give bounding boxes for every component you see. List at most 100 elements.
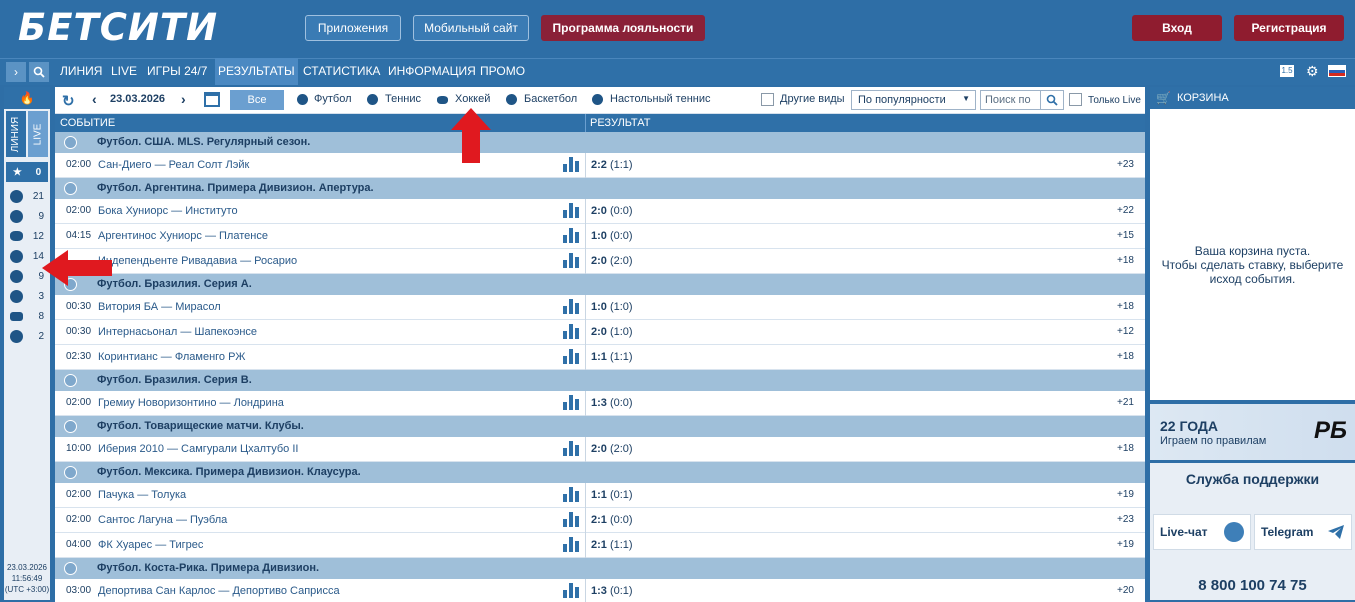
calendar-icon[interactable] [204, 92, 220, 107]
match-teams[interactable]: Гремиу Новоризонтино — Лондрина [98, 397, 284, 409]
match-row[interactable]: 02:00 Гремиу Новоризонтино — Лондрина 1:3 … [55, 391, 1145, 416]
filter-tennis[interactable]: Теннис [385, 93, 421, 105]
match-teams[interactable]: Коринтианс — Фламенго РЖ [98, 351, 245, 363]
more-markets-count[interactable]: +21 [1117, 397, 1134, 408]
nav-line[interactable]: ЛИНИЯ [57, 58, 105, 85]
more-markets-count[interactable]: +12 [1117, 326, 1134, 337]
register-button[interactable]: Регистрация [1234, 15, 1344, 41]
live-only-checkbox[interactable] [1069, 93, 1082, 106]
match-row[interactable]: 03:00 Депортива Сан Карлос — Депортиво Са… [55, 579, 1145, 602]
match-row[interactable]: 00:30 Интернасьонал — Шапекоэнсе 2:0 (1:0)… [55, 320, 1145, 345]
sidebar-sport-hockey[interactable]: 12 [6, 226, 48, 246]
more-markets-count[interactable]: +23 [1117, 159, 1134, 170]
match-teams[interactable]: Аргентинос Хуниорс — Платенсе [98, 230, 268, 242]
match-row[interactable]: 02:30 Коринтианс — Фламенго РЖ 1:1 (1:1) +1… [55, 345, 1145, 370]
other-sports-checkbox[interactable] [761, 93, 774, 106]
sidebar-sport-other[interactable]: 2 [6, 326, 48, 346]
match-row[interactable]: 02:00 Сан-Диего — Реал Солт Лэйк 2:2 (1:1)… [55, 153, 1145, 178]
flame-icon[interactable]: 🔥 [4, 87, 50, 109]
filter-football[interactable]: Футбол [314, 93, 352, 105]
statistics-bar-chart-icon[interactable] [563, 395, 580, 410]
filter-hockey[interactable]: Хоккей [455, 93, 490, 105]
match-teams[interactable]: Индепендьенте Ривадавиа — Росарио [98, 255, 297, 267]
russian-flag-icon[interactable] [1328, 65, 1346, 77]
match-teams[interactable]: Интернасьонал — Шапекоэнсе [98, 326, 257, 338]
favorites-item[interactable]: ★ 0 [6, 162, 48, 182]
statistics-bar-chart-icon[interactable] [563, 583, 580, 598]
telegram-button[interactable]: Telegram [1254, 514, 1352, 550]
nav-info[interactable]: ИНФОРМАЦИЯ [385, 58, 479, 85]
statistics-bar-chart-icon[interactable] [563, 441, 580, 456]
league-header[interactable]: Футбол. Бразилия. Серия А. [55, 274, 1145, 295]
match-row[interactable]: 02:00 Бока Хуниорс — Институто 2:0 (0:0) +2… [55, 199, 1145, 224]
match-row[interactable]: Индепендьенте Ривадавиа — Росарио 2:0 (2:… [55, 249, 1145, 274]
statistics-bar-chart-icon[interactable] [563, 324, 580, 339]
match-teams[interactable]: Сантос Лагуна — Пуэбла [98, 514, 227, 526]
sort-select[interactable]: По популярности ▼ [851, 90, 976, 110]
league-header[interactable]: Футбол. Товарищеские матчи. Клубы. [55, 416, 1145, 437]
sidebar-sport-soccer[interactable]: 21 [6, 186, 48, 206]
league-header[interactable]: Футбол. США. MLS. Регулярный сезон. [55, 132, 1145, 153]
nav-games[interactable]: ИГРЫ 24/7 [144, 58, 210, 85]
apps-button[interactable]: Приложения [305, 15, 401, 41]
prev-date-chevron-icon[interactable]: ‹ [92, 91, 97, 107]
match-row[interactable]: 02:00 Пачука — Толука 1:1 (0:1) +19 [55, 483, 1145, 508]
more-markets-count[interactable]: +18 [1117, 255, 1134, 266]
filter-basketball[interactable]: Баскетбол [524, 93, 577, 105]
more-markets-count[interactable]: +22 [1117, 205, 1134, 216]
match-teams[interactable]: Пачука — Толука [98, 489, 186, 501]
tab-live[interactable]: LIVE [28, 111, 48, 157]
statistics-bar-chart-icon[interactable] [563, 487, 580, 502]
match-teams[interactable]: Бока Хуниорс — Институто [98, 205, 238, 217]
match-row[interactable]: 04:00 ФК Хуарес — Тигрес 2:1 (1:1) +19 [55, 533, 1145, 558]
more-markets-count[interactable]: +19 [1117, 489, 1134, 500]
league-header[interactable]: Футбол. Бразилия. Серия В. [55, 370, 1145, 391]
match-row[interactable]: 02:00 Сантос Лагуна — Пуэбла 2:1 (0:0) +23 [55, 508, 1145, 533]
match-teams[interactable]: ФК Хуарес — Тигрес [98, 539, 203, 551]
more-markets-count[interactable]: +15 [1117, 230, 1134, 241]
statistics-bar-chart-icon[interactable] [563, 299, 580, 314]
live-chat-button[interactable]: Live-чат [1153, 514, 1251, 550]
league-header[interactable]: Футбол. Аргентина. Примера Дивизион. Апе… [55, 178, 1145, 199]
match-row[interactable]: 00:30 Витория БА — Мирасол 1:0 (1:0) +18 [55, 295, 1145, 320]
nav-promo[interactable]: ПРОМО [477, 58, 528, 85]
sidebar-sport-volleyball[interactable]: 3 [6, 286, 48, 306]
nav-live[interactable]: LIVE [108, 58, 140, 85]
more-markets-count[interactable]: +19 [1117, 539, 1134, 550]
league-header[interactable]: Футбол. Мексика. Примера Дивизион. Клаус… [55, 462, 1145, 483]
gear-icon[interactable]: ⚙ [1306, 63, 1319, 80]
sidebar-sport-tennis[interactable]: 9 [6, 206, 48, 226]
statistics-bar-chart-icon[interactable] [563, 349, 580, 364]
match-row[interactable]: 10:00 Иберия 2010 — Самгурали Цхалтубо II… [55, 437, 1145, 462]
more-markets-count[interactable]: +18 [1117, 301, 1134, 312]
refresh-icon[interactable]: ↻ [62, 92, 75, 110]
expand-chevron-icon[interactable]: › [6, 62, 26, 82]
sidebar-sport-esports[interactable]: 8 [6, 306, 48, 326]
statistics-bar-chart-icon[interactable] [563, 203, 580, 218]
more-markets-count[interactable]: +23 [1117, 514, 1134, 525]
filter-all-button[interactable]: Все [230, 90, 284, 110]
statistics-bar-chart-icon[interactable] [563, 157, 580, 172]
statistics-bar-chart-icon[interactable] [563, 228, 580, 243]
filter-table-tennis[interactable]: Настольный теннис [610, 93, 711, 105]
match-teams[interactable]: Сан-Диего — Реал Солт Лэйк [98, 159, 249, 171]
statistics-bar-chart-icon[interactable] [563, 253, 580, 268]
statistics-bar-chart-icon[interactable] [563, 537, 580, 552]
odds-format-badge[interactable]: 1.5 [1280, 65, 1294, 77]
more-markets-count[interactable]: +18 [1117, 351, 1134, 362]
login-button[interactable]: Вход [1132, 15, 1222, 41]
next-date-chevron-icon[interactable]: › [181, 91, 186, 107]
tab-line[interactable]: ЛИНИЯ [6, 111, 26, 157]
betcity-logo[interactable]: БЕТСИТИ [18, 6, 218, 49]
search-button[interactable] [1040, 91, 1063, 109]
promo-banner[interactable]: 22 ГОДА Играем по правилам РБ [1150, 404, 1355, 460]
support-phone[interactable]: 8 800 100 74 75 [1150, 577, 1355, 594]
match-teams[interactable]: Депортива Сан Карлос — Депортиво Саприсс… [98, 585, 340, 597]
more-markets-count[interactable]: +20 [1117, 585, 1134, 596]
mobile-site-button[interactable]: Мобильный сайт [413, 15, 529, 41]
statistics-bar-chart-icon[interactable] [563, 512, 580, 527]
more-markets-count[interactable]: +18 [1117, 443, 1134, 454]
nav-statistics[interactable]: СТАТИСТИКА [300, 58, 383, 85]
loyalty-program-button[interactable]: Программа лояльности [541, 15, 705, 41]
match-teams[interactable]: Иберия 2010 — Самгурали Цхалтубо II [98, 443, 298, 455]
